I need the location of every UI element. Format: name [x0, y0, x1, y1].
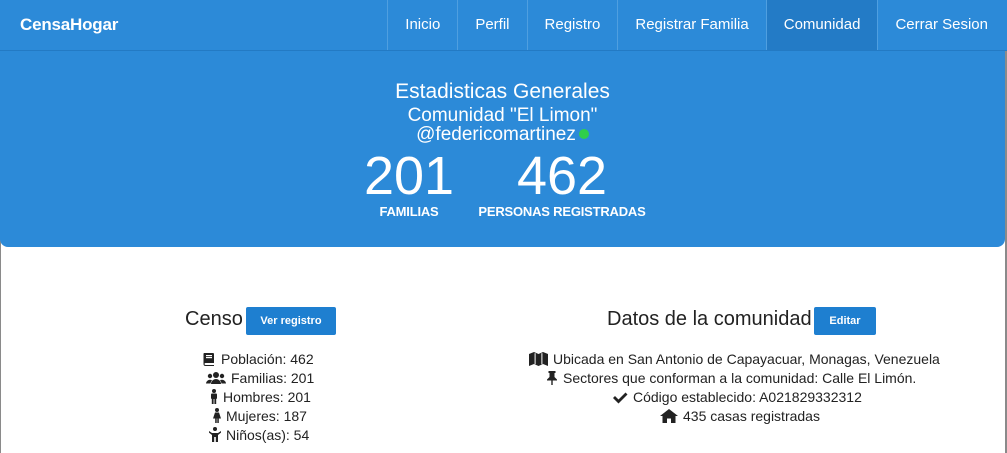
ninos-text: Niños(as): 54: [226, 427, 310, 443]
ver-registro-button[interactable]: Ver registro: [246, 307, 336, 335]
page-title: Estadisticas Generales: [395, 80, 610, 103]
child-icon: [208, 427, 222, 445]
list-item: Población: 462: [202, 351, 314, 369]
comunidad-heading: Datos de la comunidad: [607, 308, 812, 330]
list-item: Niños(as): 54: [208, 427, 310, 445]
stat-personas-label: PERSONAS REGISTRADAS: [478, 204, 646, 219]
users-icon: [206, 371, 226, 388]
list-item: Ubicada en San Antonio de Capayacuar, Mo…: [529, 351, 940, 369]
pin-icon: [546, 371, 558, 388]
male-icon: [210, 389, 218, 407]
casas-text: 435 casas registradas: [683, 408, 820, 424]
nav-item-registrar-familia[interactable]: Registrar Familia: [617, 0, 765, 50]
stat-familias: 201 FAMILIAS: [355, 145, 463, 219]
stats-banner: Estadisticas Generales Comunidad "El Lim…: [0, 51, 1005, 247]
list-item: Sectores que conforman a la comunidad: C…: [546, 370, 916, 388]
editar-button[interactable]: Editar: [814, 307, 876, 335]
list-item: Familias: 201: [206, 370, 314, 388]
home-icon: [660, 409, 678, 426]
nav-item-comunidad[interactable]: Comunidad: [765, 0, 878, 50]
stat-personas-value: 462: [516, 146, 608, 206]
nav-menu: Inicio Perfil Registro Registrar Familia…: [387, 0, 1005, 50]
book-icon: [202, 352, 216, 369]
poblacion-text: Población: 462: [221, 351, 314, 367]
nav-item-perfil[interactable]: Perfil: [457, 0, 526, 50]
nav-item-inicio[interactable]: Inicio: [387, 0, 457, 50]
nav-item-registro[interactable]: Registro: [526, 0, 618, 50]
hombres-text: Hombres: 201: [223, 389, 311, 405]
female-icon: [213, 408, 221, 426]
list-item: 435 casas registradas: [660, 408, 820, 426]
stat-familias-value: 201: [363, 146, 455, 206]
map-icon: [529, 352, 548, 369]
censo-heading: Censo: [185, 308, 243, 330]
list-item: Mujeres: 187: [213, 408, 307, 426]
list-item: Hombres: 201: [210, 389, 311, 407]
familias-text: Familias: 201: [231, 370, 315, 386]
codigo-text: Código establecido: A021829332312: [633, 389, 862, 405]
username: @federicomartinez: [416, 124, 576, 145]
sectores-text: Sectores que conforman a la comunidad: C…: [563, 370, 917, 386]
nav-item-cerrar-sesion[interactable]: Cerrar Sesion: [877, 0, 1005, 50]
mujeres-text: Mujeres: 187: [226, 408, 307, 424]
list-item: Código establecido: A021829332312: [612, 389, 862, 407]
stat-personas: 462 PERSONAS REGISTRADAS: [470, 145, 654, 219]
ubicacion-text: Ubicada en San Antonio de Capayacuar, Mo…: [553, 351, 940, 367]
brand-logo[interactable]: CensaHogar: [20, 0, 118, 50]
username-line: @federicomartinez: [0, 124, 1005, 146]
navbar: CensaHogar Inicio Perfil Registro Regist…: [0, 0, 1007, 51]
online-status-icon: [578, 129, 589, 139]
check-icon: [612, 391, 628, 407]
